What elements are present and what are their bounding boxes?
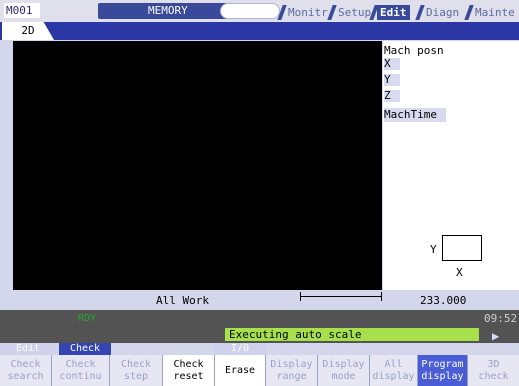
mode-label: MEMORY	[148, 4, 188, 17]
softkey-check-search[interactable]: Check search	[0, 355, 52, 386]
mode-indicator	[220, 3, 280, 19]
orientation-y-label: Y	[430, 243, 437, 256]
softkey-program-display[interactable]: Program display	[418, 355, 468, 386]
scale-value: 233.000	[420, 294, 467, 307]
operation-mode: MEMORY	[98, 3, 280, 19]
machine-number: M001	[4, 3, 40, 18]
group-tab-edit[interactable]: Edit	[0, 343, 56, 355]
softkey-check-continue[interactable]: Check continu	[52, 355, 110, 386]
orientation-box	[442, 235, 482, 261]
axis-x-label: X	[384, 58, 400, 70]
softkey-display-range[interactable]: Display range	[266, 355, 318, 386]
menu-tab-mainte[interactable]: Mainte	[472, 5, 518, 20]
play-icon: ▶	[492, 329, 500, 343]
menu-tab-diagn[interactable]: Diagn	[423, 5, 462, 20]
softkey-erase[interactable]: Erase	[215, 355, 266, 386]
orientation-x-label: X	[456, 266, 463, 279]
axis-z-label: Z	[384, 90, 400, 102]
scale-bar	[300, 292, 382, 301]
screen-tab-bar	[0, 22, 519, 40]
position-title: Mach posn	[384, 44, 444, 57]
machining-time-label: MachTime	[384, 108, 446, 122]
message-bar: Executing auto scale	[225, 328, 479, 341]
menu-tab-setup[interactable]: Setup	[335, 5, 374, 20]
softkey-check-reset[interactable]: Check reset	[163, 355, 215, 386]
menu-tab-edit[interactable]: Edit	[377, 5, 410, 20]
axis-y-label: Y	[384, 74, 400, 86]
menu-tab-monitr[interactable]: Monitr	[285, 5, 331, 20]
clock: 09:52	[484, 312, 518, 325]
softkey-all-display[interactable]: All display	[370, 355, 418, 386]
graphic-check-view[interactable]	[13, 41, 382, 290]
group-tab-io[interactable]: I/O	[214, 343, 266, 355]
softkey-display-mode[interactable]: Display mode	[318, 355, 370, 386]
softkey-check-step[interactable]: Check step	[110, 355, 163, 386]
ready-indicator: RDY	[78, 313, 97, 324]
group-tab-check[interactable]: Check	[59, 343, 111, 355]
view-label: All Work	[156, 294, 209, 307]
softkey-3d-check[interactable]: 3D check	[468, 355, 519, 386]
